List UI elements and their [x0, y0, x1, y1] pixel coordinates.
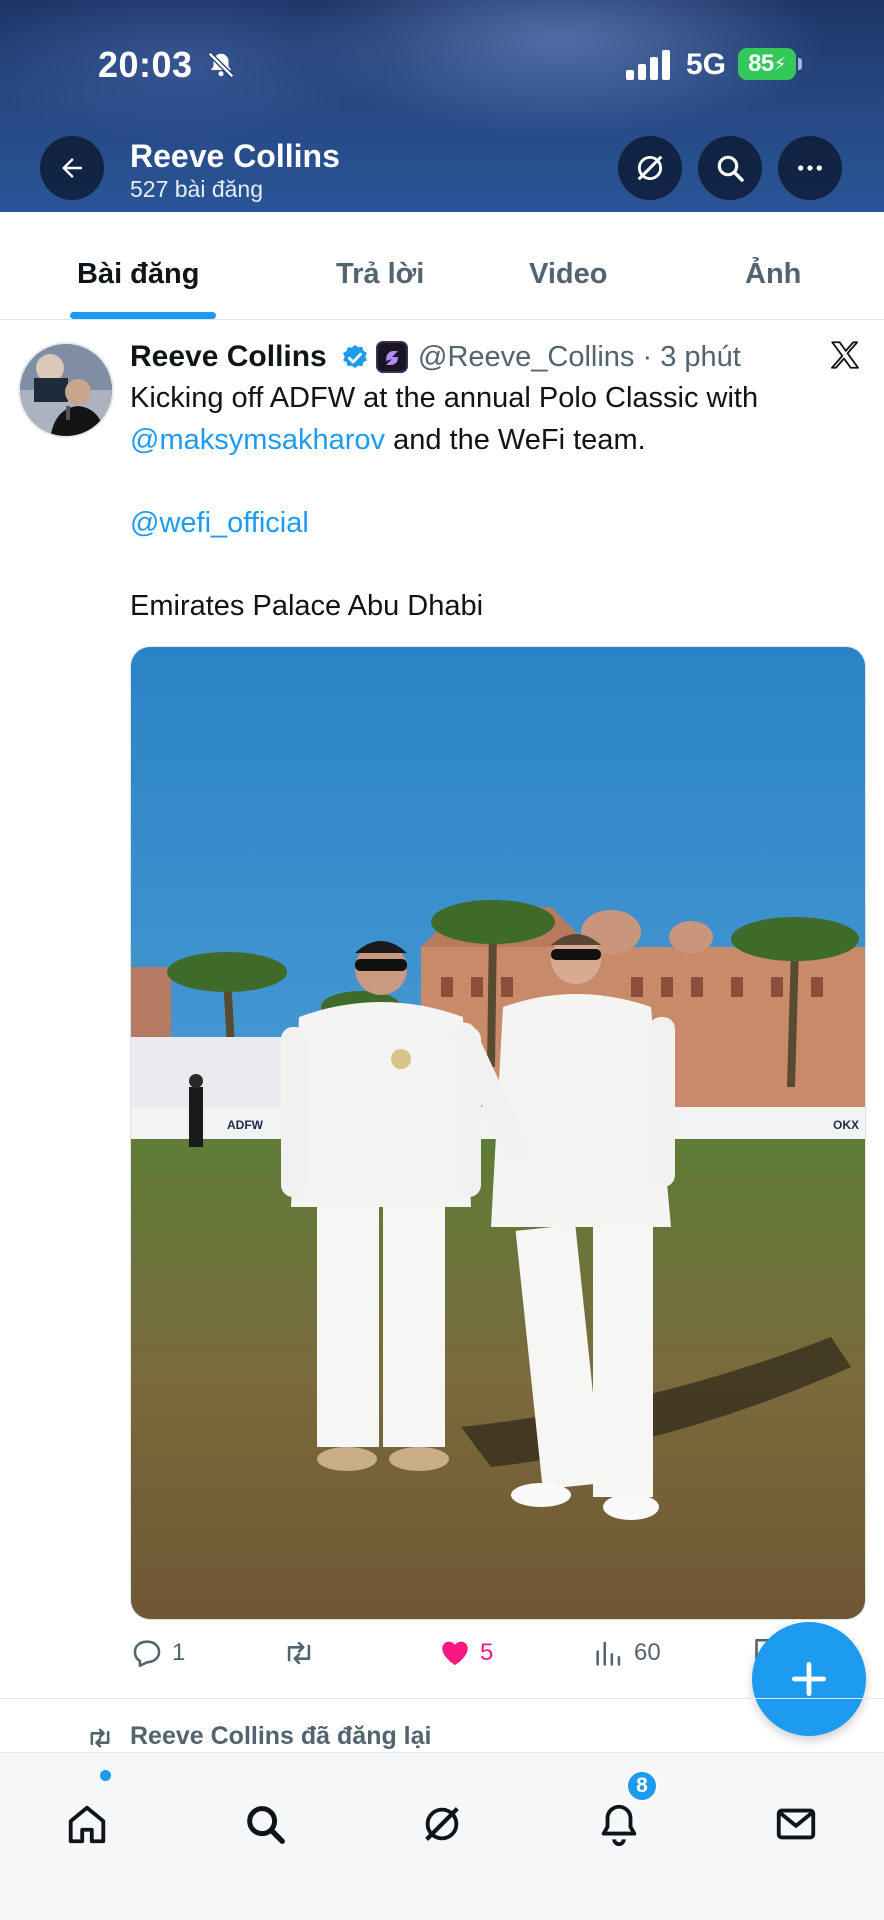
tweet-text-line1: Kicking off ADFW at the annual Polo Clas…: [130, 382, 759, 414]
battery-nub: [798, 58, 802, 70]
more-dots-icon: [798, 165, 822, 171]
like-count: 5: [480, 1639, 494, 1666]
nav-grok[interactable]: [417, 1799, 467, 1849]
views-button[interactable]: 60: [592, 1636, 661, 1670]
search-icon: [717, 155, 744, 182]
profile-banner: 20:03 5G 85 ⚡ Reeve Collins 527 bài đăng: [0, 0, 884, 212]
repost-note[interactable]: Reeve Collins đã đăng lại: [130, 1722, 431, 1751]
back-button[interactable]: [40, 136, 104, 200]
reply-icon: [133, 1640, 161, 1668]
tab-photos[interactable]: Ảnh: [745, 258, 801, 291]
plus-icon: [791, 1661, 827, 1697]
compose-post-button[interactable]: [752, 1622, 866, 1736]
home-icon: [68, 1805, 106, 1844]
tab-video[interactable]: Video: [529, 258, 607, 291]
tweet-text-line2: @maksymsakharov and the WeFi team.: [130, 424, 646, 457]
banner-text-okx: OKX: [833, 1118, 859, 1132]
grok-icon: [425, 1807, 459, 1841]
active-tab-indicator: [70, 312, 216, 319]
bell-icon: [601, 1804, 637, 1846]
avatar-image: [20, 344, 112, 436]
profile-name: Reeve Collins: [130, 138, 340, 174]
home-new-dot: [100, 1770, 111, 1781]
profile-tabs: Bài đăng Trả lời Video Ảnh: [0, 212, 884, 320]
banner-text-adfw: ADFW: [227, 1118, 264, 1132]
notifications-badge: 8: [626, 1770, 658, 1802]
repost-button[interactable]: [282, 1636, 316, 1670]
nav-home[interactable]: [62, 1799, 112, 1849]
status-time: 20:03: [98, 44, 193, 85]
tweet-text-line2-rest: and the WeFi team.: [385, 424, 646, 456]
x-logo-icon: [831, 341, 859, 369]
avatar[interactable]: [18, 342, 114, 438]
nav-notifications[interactable]: [594, 1799, 644, 1849]
network-type: 5G: [686, 48, 727, 81]
photo-illustration: ADFW OKX: [131, 647, 865, 1619]
reply-button[interactable]: 1: [130, 1636, 185, 1670]
post-count: 527 bài đăng: [130, 176, 264, 202]
nav-explore[interactable]: [240, 1799, 290, 1849]
reposted-icon: [90, 1728, 110, 1748]
battery-level: 85: [748, 50, 774, 77]
tweet-author-name[interactable]: Reeve Collins: [130, 340, 327, 374]
views-count: 60: [634, 1639, 661, 1666]
tweet-divider: [0, 1698, 884, 1699]
signal-icon: [626, 50, 670, 80]
bell-muted-icon: [207, 51, 235, 79]
mail-icon: [776, 1808, 816, 1840]
search-icon: [247, 1806, 285, 1844]
search-button[interactable]: [698, 136, 762, 200]
tab-replies[interactable]: Trả lời: [336, 258, 424, 291]
tweet-text-location: Emirates Palace Abu Dhabi: [130, 590, 484, 622]
tweet-media-photo[interactable]: ADFW OKX: [130, 646, 866, 1620]
heart-filled-icon: [442, 1641, 468, 1666]
mention-link-wefi[interactable]: @wefi_official: [130, 507, 309, 540]
battery-indicator: 85 ⚡: [738, 48, 796, 80]
more-button[interactable]: [778, 136, 842, 200]
tab-posts[interactable]: Bài đăng: [77, 258, 199, 291]
arrow-left-icon: [62, 158, 82, 178]
tweet-handle-time: @Reeve_Collins · 3 phút: [418, 341, 741, 373]
nav-messages[interactable]: [771, 1799, 821, 1849]
verified-badge-icon: [343, 344, 367, 369]
affiliate-badge-icon: [376, 341, 408, 373]
mention-link[interactable]: @maksymsakharov: [130, 424, 385, 456]
views-chart-icon: [596, 1641, 621, 1666]
grok-icon: [637, 155, 663, 181]
like-button[interactable]: 5: [438, 1636, 493, 1670]
repost-icon: [287, 1641, 311, 1665]
reply-count: 1: [172, 1639, 186, 1666]
bottom-navigation: [0, 1752, 884, 1920]
grok-button[interactable]: [618, 136, 682, 200]
